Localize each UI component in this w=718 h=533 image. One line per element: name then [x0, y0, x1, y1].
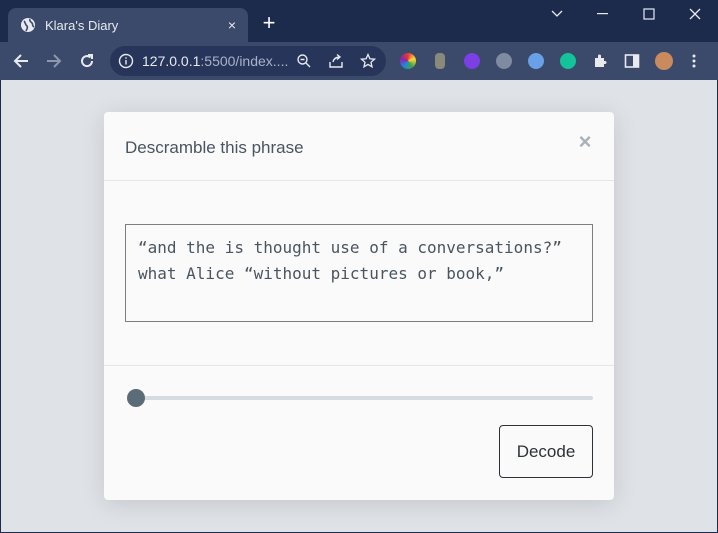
tab-search-icon[interactable]: [534, 0, 580, 28]
forward-icon[interactable]: [43, 50, 65, 72]
gear-extension-icon[interactable]: [496, 53, 512, 69]
kebab-menu-icon[interactable]: [690, 53, 698, 69]
back-icon[interactable]: [10, 50, 32, 72]
extension-icon[interactable]: [435, 53, 445, 69]
phrase-textbox[interactable]: “and the is thought use of a conversatio…: [125, 224, 593, 322]
close-icon[interactable]: ×: [576, 131, 594, 153]
minimize-icon[interactable]: [580, 0, 626, 28]
reload-icon[interactable]: [76, 50, 98, 72]
slider-track[interactable]: [136, 396, 593, 400]
maximize-icon[interactable]: [626, 0, 672, 28]
tab-klaras-diary[interactable]: Klara's Diary ×: [8, 8, 248, 42]
decode-button[interactable]: Decode: [499, 425, 593, 478]
tab-title: Klara's Diary: [45, 17, 119, 33]
puzzle-icon[interactable]: [592, 53, 608, 69]
side-panel-icon[interactable]: [624, 53, 640, 69]
descramble-modal: Descramble this phrase × “and the is tho…: [104, 112, 614, 500]
window-close-icon[interactable]: [672, 0, 718, 28]
grammarly-icon[interactable]: [560, 53, 576, 69]
tab-close-icon[interactable]: ×: [222, 15, 242, 35]
modal-body: “and the is thought use of a conversatio…: [104, 181, 614, 366]
url-text: 127.0.0.1:5500/index....: [142, 53, 288, 69]
tab-strip: Klara's Diary × +: [0, 0, 718, 42]
address-bar[interactable]: 127.0.0.1:5500/index....: [110, 46, 386, 76]
zoom-icon[interactable]: [296, 53, 312, 69]
bookmark-star-icon[interactable]: [359, 52, 377, 69]
url-host: 127.0.0.1: [142, 53, 201, 69]
color-picker-extension-icon[interactable]: [400, 53, 416, 69]
modal-title: Descramble this phrase: [125, 138, 304, 157]
modal-header: Descramble this phrase ×: [104, 112, 614, 181]
globe-icon: [20, 17, 36, 33]
link-extension-icon[interactable]: [464, 53, 480, 69]
profile-avatar[interactable]: [655, 52, 673, 70]
slider-thumb[interactable]: [127, 389, 145, 407]
browser-toolbar: 127.0.0.1:5500/index....: [0, 42, 718, 80]
password-extension-icon[interactable]: [528, 53, 544, 69]
share-icon[interactable]: [328, 53, 344, 69]
url-path: :5500/index....: [200, 53, 289, 69]
site-info-icon[interactable]: [118, 53, 134, 69]
new-tab-button[interactable]: +: [258, 12, 280, 34]
